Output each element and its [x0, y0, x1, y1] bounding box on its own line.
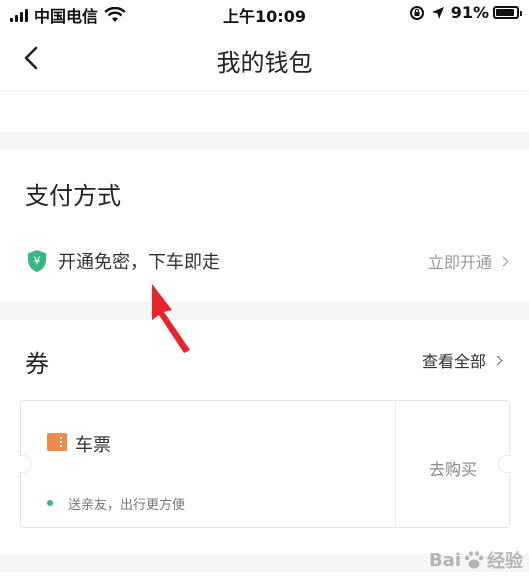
battery-label: 91%: [450, 3, 489, 22]
watermark-right: 经验: [487, 551, 523, 572]
annotation-arrow-icon: [152, 284, 190, 353]
payment-section: 支付方式 ¥ 开通免密，下车即走 立即开通: [0, 150, 529, 302]
status-bar: 中国电信 上午10:09 91%: [0, 0, 529, 26]
status-right: 91%: [409, 3, 522, 22]
ticket-notch-left: [20, 455, 32, 473]
open-payment-button[interactable]: 立即开通: [427, 249, 509, 273]
shield-yen-icon: ¥: [28, 250, 46, 272]
payment-title: 支付方式: [25, 182, 121, 210]
bottom-section: [0, 572, 529, 581]
page-title: 我的钱包: [216, 49, 313, 77]
open-payment-label: 立即开通: [427, 253, 492, 272]
battery-icon: [493, 6, 522, 19]
payment-row[interactable]: ¥ 开通免密，下车即走: [26, 248, 220, 274]
location-arrow-icon: [431, 6, 444, 19]
view-all-coupons-button[interactable]: 查看全部: [421, 348, 503, 372]
payment-description: 开通免密，下车即走: [58, 252, 220, 273]
ticket-card[interactable]: 车票 送亲友，出行更方便 去购买: [20, 400, 510, 528]
coupon-title: 券: [25, 350, 49, 378]
buy-ticket-button[interactable]: 去购买: [396, 456, 510, 480]
coupon-section: 券 查看全部 车票 送亲友，出行更方便 去购买: [0, 320, 529, 554]
paw-logo-icon: [464, 551, 484, 569]
wallet-top-section: [0, 92, 529, 132]
rotation-lock-icon: [409, 5, 424, 20]
watermark: Bai 经验: [429, 547, 523, 573]
chevron-right-icon: [492, 355, 503, 365]
chevron-right-icon: [498, 256, 509, 266]
watermark-left: Bai: [428, 549, 461, 571]
ticket-description: 送亲友，出行更方便: [68, 498, 186, 513]
shield-glyph: ¥: [34, 255, 41, 268]
ticket-icon: [47, 433, 67, 451]
battery-fill: [496, 9, 515, 16]
ticket-name: 车票: [75, 435, 111, 456]
view-all-label: 查看全部: [421, 352, 486, 371]
bullet-dot-icon: [47, 500, 53, 506]
nav-bar: 我的钱包: [0, 26, 529, 90]
